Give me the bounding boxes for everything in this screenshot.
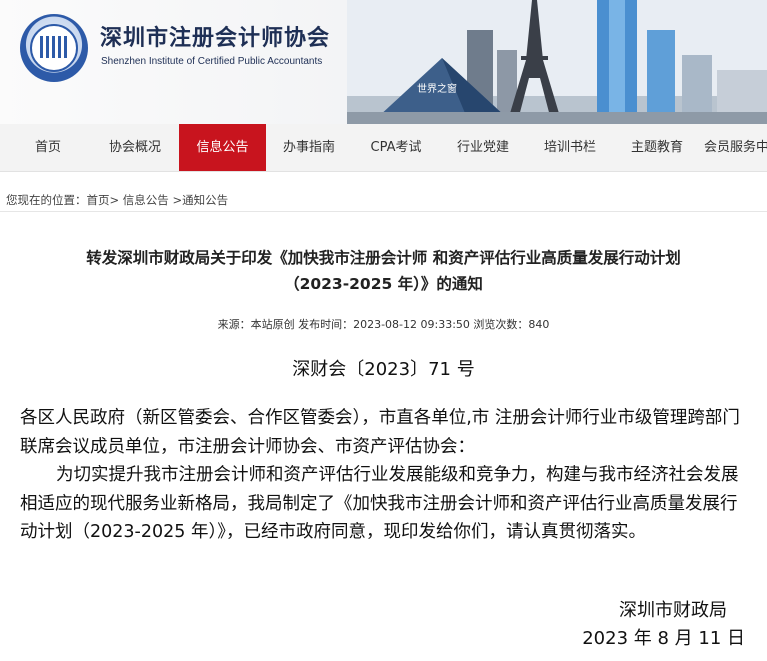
nav-item-cpa-exam[interactable]: CPA考试 (357, 124, 435, 171)
body-paragraph-recipients: 各区人民政府（新区管委会、合作区管委会），市直各单位,市 注册会计师行业市级管理… (20, 408, 740, 457)
nav-item-training[interactable]: 培训书栏 (531, 124, 609, 171)
org-name-cn[interactable]: 深圳市注册会计师协会 (100, 20, 330, 52)
article-title: 转发深圳市财政局关于印发《加快我市注册会计师 和资产评估行业高质量发展行动计划 … (20, 245, 747, 297)
breadcrumb-prefix: 您现在的位置： (6, 193, 87, 207)
nav-item-member-service[interactable]: 会员服务中 (704, 124, 767, 171)
nav-item-home[interactable]: 首页 (16, 124, 80, 171)
body-paragraph-main: 为切实提升我市注册会计师和资产评估行业发展能级和竞争力，构建与我市经济社会发展相… (20, 465, 739, 542)
city-skyline-banner-icon: 世界之窗 (347, 0, 767, 124)
site-header: 深圳市注册会计师协会 Shenzhen Institute of Certifi… (0, 0, 767, 124)
main-nav: 首页 协会概况 信息公告 办事指南 CPA考试 行业党建 培训书栏 主题教育 会… (0, 124, 767, 172)
signature: 深圳市财政局 (619, 600, 727, 621)
breadcrumb: 您现在的位置：首页> 信息公告 >通知公告 (6, 192, 228, 208)
article-title-line1: 转发深圳市财政局关于印发《加快我市注册会计师 和资产评估行业高质量发展行动计划 (86, 249, 681, 267)
article-title-line2: （2023-2025 年）》的通知 (284, 275, 483, 293)
article-meta: 来源：本站原创 发布时间：2023-08-12 09:33:50 浏览次数：84… (217, 318, 550, 331)
svg-text:世界之窗: 世界之窗 (417, 82, 457, 95)
divider (0, 211, 767, 212)
nav-item-theme-education[interactable]: 主题教育 (618, 124, 696, 171)
org-name-en: Shenzhen Institute of Certified Public A… (101, 56, 323, 67)
breadcrumb-path[interactable]: 首页> 信息公告 >通知公告 (87, 193, 229, 207)
signature-date: 2023 年 8 月 11 日 (582, 628, 745, 649)
association-logo-icon[interactable] (20, 14, 88, 82)
nav-item-party[interactable]: 行业党建 (444, 124, 522, 171)
nav-item-about[interactable]: 协会概况 (96, 124, 174, 171)
logo-emblem (40, 36, 68, 58)
document-number: 深财会〔2023〕71 号 (292, 359, 475, 380)
nav-item-announcements[interactable]: 信息公告 (179, 124, 266, 171)
article-body: 各区人民政府（新区管委会、合作区管委会），市直各单位,市 注册会计师行业市级管理… (20, 404, 747, 547)
nav-item-guide[interactable]: 办事指南 (270, 124, 348, 171)
